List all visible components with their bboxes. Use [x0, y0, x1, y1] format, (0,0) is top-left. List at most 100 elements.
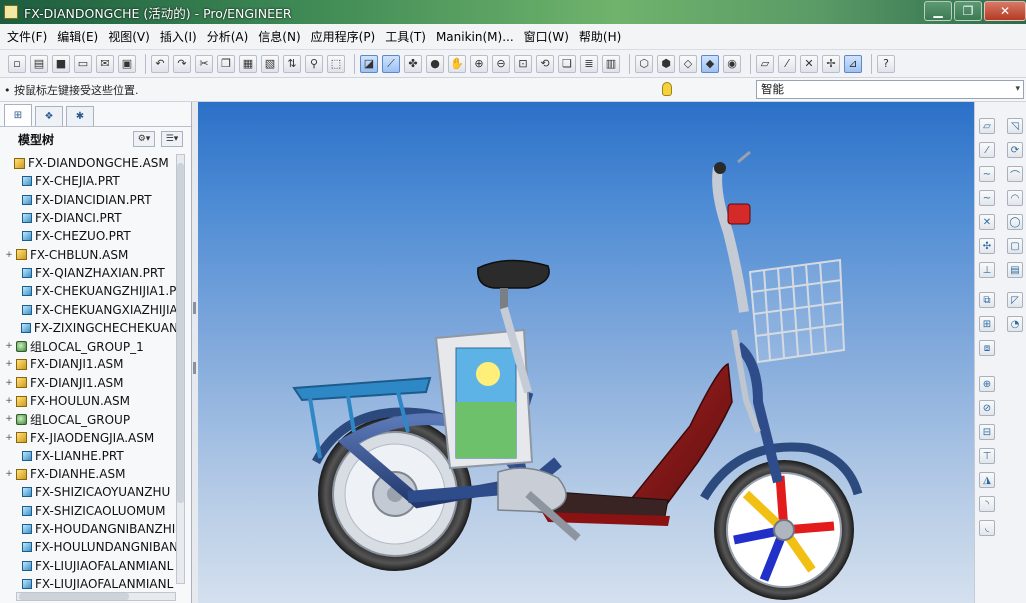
view-manager-icon[interactable]: ▥ [602, 54, 620, 73]
offset-tool-icon[interactable]: ⊤ [979, 448, 995, 464]
model-tree-item[interactable]: FX-LIANHE.PRT [4, 447, 178, 465]
front-basket[interactable] [748, 258, 846, 364]
refit-icon[interactable]: ⊡ [514, 54, 532, 73]
ebike-model[interactable] [198, 102, 974, 603]
close-button[interactable]: ✕ [984, 1, 1026, 21]
regenerate-icon[interactable]: ⇅ [283, 54, 301, 73]
merge-tool-icon[interactable]: ⊕ [979, 376, 995, 392]
zoom-out-icon[interactable]: ⊖ [492, 54, 510, 73]
menu-manikin[interactable]: Manikin(M)... [431, 30, 519, 44]
paste-special-icon[interactable]: ▧ [261, 54, 279, 73]
model-tree-item[interactable]: + FX-DIANJI1.ASM [4, 355, 178, 373]
annotation-display-icon[interactable]: ⊿ [844, 54, 862, 73]
expand-icon[interactable]: + [4, 433, 14, 443]
axis-tag-icon[interactable]: ⁄ [778, 54, 796, 73]
tree-horizontal-scrollbar[interactable] [16, 592, 176, 601]
draft-tool-icon[interactable]: ◸ [1007, 292, 1023, 308]
model-tree-item[interactable]: + FX-DIANHE.ASM [4, 465, 178, 483]
datum-plane-tool-icon[interactable]: ▱ [979, 118, 995, 134]
save-icon[interactable]: ■ [52, 54, 70, 73]
wireframe-icon[interactable]: ⬡ [635, 54, 653, 73]
layers-icon[interactable]: ≣ [580, 54, 598, 73]
front-wheel[interactable] [714, 460, 854, 600]
redo-icon[interactable]: ↷ [173, 54, 191, 73]
blend-tool-icon[interactable]: ◠ [1007, 190, 1023, 206]
sketch-tool-icon[interactable]: ◹ [1007, 118, 1023, 134]
tab-model-tree[interactable]: ⊞ [4, 104, 32, 126]
undo-icon[interactable]: ↶ [151, 54, 169, 73]
shell-tool-icon[interactable]: ▢ [1007, 238, 1023, 254]
csys-tool-icon[interactable]: ✣ [979, 238, 995, 254]
graphics-window[interactable] [198, 102, 974, 603]
model-tree-item[interactable]: FX-HOULUNDANGNIBAN [4, 538, 178, 556]
selection-filter-dropdown[interactable]: 智能 ▾ [756, 80, 1024, 99]
sash-handle[interactable] [193, 302, 196, 314]
chain-guard[interactable] [497, 467, 567, 513]
open-icon[interactable]: ▤ [30, 54, 48, 73]
revolve-tool-icon[interactable]: ⟳ [1007, 142, 1023, 158]
curve-tool-icon[interactable]: ∼ [979, 166, 995, 182]
thicken-tool-icon[interactable]: ◮ [979, 472, 995, 488]
model-tree-item[interactable]: FX-LIUJIAOFALANMIANL [4, 557, 178, 575]
point-tag-icon[interactable]: ✕ [800, 54, 818, 73]
zoom-in-icon[interactable]: ⊕ [470, 54, 488, 73]
point-tool-icon[interactable]: ✕ [979, 214, 995, 230]
create-component-icon[interactable]: ⊞ [979, 316, 995, 332]
send-mail-icon[interactable]: ✉ [96, 54, 114, 73]
sash-handle[interactable] [193, 362, 196, 374]
menu-info[interactable]: 信息(N) [253, 28, 305, 45]
rib-tool-icon[interactable]: ▤ [1007, 262, 1023, 278]
reorient-icon[interactable]: ⟲ [536, 54, 554, 73]
pattern-tool-icon[interactable]: ◟ [979, 520, 995, 536]
expand-icon[interactable]: + [4, 378, 14, 388]
model-tree-item[interactable]: FX-DIANCIDIAN.PRT [4, 191, 178, 209]
spin-center-icon[interactable]: ✤ [404, 54, 422, 73]
menu-applications[interactable]: 应用程序(P) [306, 28, 381, 45]
model-tree-item[interactable]: FX-LIUJIAOFALANMIANL [4, 575, 178, 590]
menu-edit[interactable]: 编辑(E) [52, 28, 103, 45]
context-help-icon[interactable]: ? [877, 54, 895, 73]
assemble-tool-icon[interactable]: ⧉ [979, 292, 995, 308]
cut-icon[interactable]: ✂ [195, 54, 213, 73]
menu-tools[interactable]: 工具(T) [380, 28, 431, 45]
sweep-tool-icon[interactable]: ⌒ [1007, 166, 1023, 182]
model-tree-item[interactable]: + FX-DIANJI1.ASM [4, 374, 178, 392]
handlebar[interactable] [712, 150, 751, 313]
model-tree-item[interactable]: FX-CHEJIA.PRT [4, 172, 178, 190]
expand-icon[interactable]: + [4, 341, 14, 351]
enhanced-realism-icon[interactable]: ◉ [723, 54, 741, 73]
new-icon[interactable]: ▫ [8, 54, 26, 73]
menu-insert[interactable]: 插入(I) [155, 28, 202, 45]
model-tree-item[interactable]: FX-CHEKUANGZHIJIA1.P [4, 282, 178, 300]
maximize-button[interactable]: ❐ [954, 1, 982, 21]
csys-display-icon[interactable]: ✢ [822, 54, 840, 73]
shading-icon[interactable]: ● [426, 54, 444, 73]
hidden-line-icon[interactable]: ⬢ [657, 54, 675, 73]
no-hidden-icon[interactable]: ◇ [679, 54, 697, 73]
plane-tag-icon[interactable]: ▱ [756, 54, 774, 73]
find-icon[interactable]: ⚲ [305, 54, 323, 73]
menu-analysis[interactable]: 分析(A) [202, 28, 254, 45]
model-tree-item[interactable]: + 组LOCAL_GROUP_1 [4, 337, 178, 355]
minimize-button[interactable]: ▁ [924, 1, 952, 21]
paste-icon[interactable]: ▦ [239, 54, 257, 73]
model-tree-item[interactable]: FX-CHEKUANGXIAZHIJIA [4, 300, 178, 318]
print-icon[interactable]: ▭ [74, 54, 92, 73]
spline-tool-icon[interactable]: ~ [979, 190, 995, 206]
model-tree-item[interactable]: FX-QIANZHAXIAN.PRT [4, 264, 178, 282]
scrollbar-thumb[interactable] [177, 163, 184, 503]
model-tree-item[interactable]: + FX-CHBLUN.ASM [4, 245, 178, 263]
model-tree-item[interactable]: FX-DIANDONGCHE.ASM [4, 154, 178, 172]
copy-icon[interactable]: ❐ [217, 54, 235, 73]
datum-plane-display-icon[interactable]: ◪ [360, 54, 378, 73]
model-tree-item[interactable]: + FX-JIAODENGJIA.ASM [4, 428, 178, 446]
model-tree-item[interactable]: + 组LOCAL_GROUP [4, 410, 178, 428]
menu-view[interactable]: 视图(V) [103, 28, 155, 45]
model-tree-item[interactable]: FX-HOUDANGNIBANZHI [4, 520, 178, 538]
shaded-icon[interactable]: ◆ [701, 54, 719, 73]
light-bulb-icon[interactable] [662, 82, 672, 96]
solidify-tool-icon[interactable]: ◝ [979, 496, 995, 512]
pan-icon[interactable]: ✋ [448, 54, 466, 73]
model-tree-item[interactable]: FX-SHIZICAOLUOMUM [4, 502, 178, 520]
expand-icon[interactable]: + [4, 469, 14, 479]
